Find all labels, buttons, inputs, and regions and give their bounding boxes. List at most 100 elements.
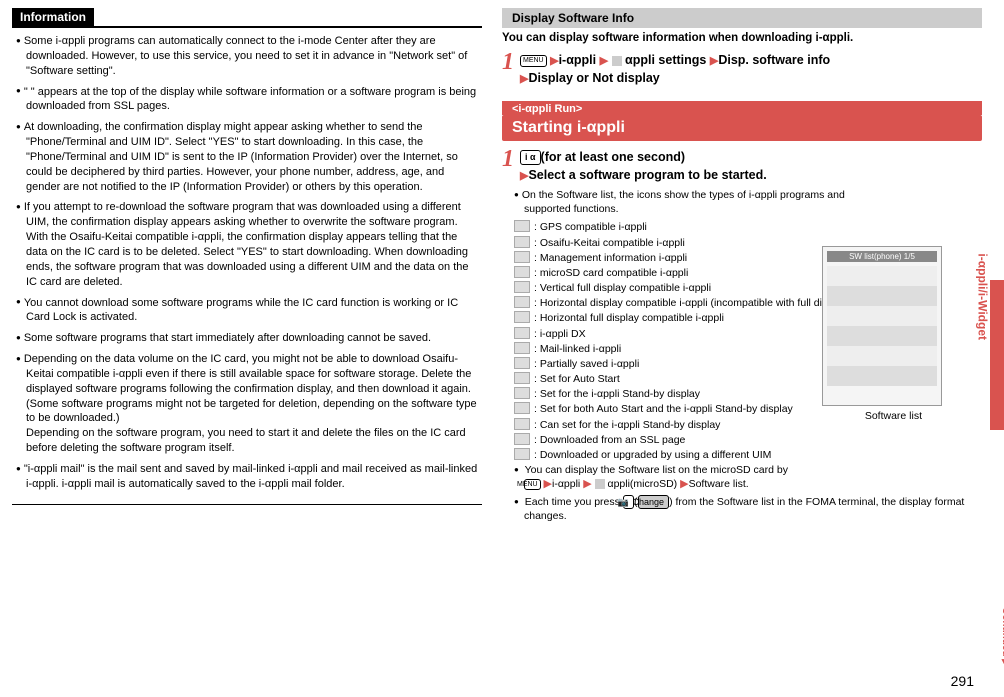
icon-row: : Horizontal display compatible i-αppli … bbox=[514, 296, 852, 310]
step-text: Display or Not display bbox=[528, 71, 659, 85]
type-icon bbox=[514, 402, 530, 414]
note-change-format: Each time you press 📷(Change) from the S… bbox=[514, 495, 982, 523]
note-text: αppli(microSD) bbox=[608, 478, 678, 490]
step-text: Disp. software info bbox=[718, 53, 830, 67]
display-software-info-header: Display Software Info bbox=[502, 8, 982, 28]
side-tab-label: i-αppli/i-Widget bbox=[976, 253, 990, 340]
icon-row: : Set for both Auto Start and the i-αppl… bbox=[514, 402, 852, 416]
key-icon: i α bbox=[520, 150, 541, 165]
intro-text: You can display software information whe… bbox=[502, 32, 982, 44]
screenshot-body bbox=[827, 266, 937, 386]
icon-row: : Osaifu-Keitai compatible i-αppli bbox=[514, 236, 852, 250]
note-text: Each time you press bbox=[525, 496, 623, 508]
icon-list: : GPS compatible i-αppli : Osaifu-Keitai… bbox=[514, 220, 852, 462]
appli-icon bbox=[595, 479, 605, 489]
note-text: i-αppli bbox=[552, 478, 580, 490]
type-icon bbox=[514, 387, 530, 399]
section-tag: <i-αppli Run> bbox=[502, 101, 982, 115]
menu-button-icon: MENU bbox=[520, 55, 547, 67]
list-intro: On the Software list, the icons show the… bbox=[514, 188, 852, 216]
icon-label: : Management information i-αppli bbox=[534, 251, 687, 265]
arrow-icon: ▶ bbox=[600, 55, 608, 67]
type-icon bbox=[514, 296, 530, 308]
info-item: "i-αppli mail" is the mail sent and save… bbox=[16, 462, 478, 492]
step-body: i α(for at least one second) ▶Select a s… bbox=[520, 147, 982, 184]
arrow-icon: ▶ bbox=[680, 478, 688, 490]
type-icon bbox=[514, 281, 530, 293]
icon-label: : Horizontal full display compatible i-α… bbox=[534, 311, 724, 325]
icon-label: : microSD card compatible i-αppli bbox=[534, 266, 688, 280]
icon-row: : Downloaded or upgraded by using a diff… bbox=[514, 448, 852, 462]
icon-label: : Downloaded from an SSL page bbox=[534, 433, 685, 447]
info-item: Depending on the data volume on the IC c… bbox=[16, 352, 478, 456]
icon-row: : Set for Auto Start bbox=[514, 372, 852, 386]
type-icon bbox=[514, 372, 530, 384]
side-tab-bar bbox=[990, 280, 1004, 430]
type-icon bbox=[514, 251, 530, 263]
type-icon bbox=[514, 418, 530, 430]
icon-label: : i-αppli DX bbox=[534, 327, 586, 341]
icon-label: : Partially saved i-αppli bbox=[534, 357, 639, 371]
icon-row: : GPS compatible i-αppli bbox=[514, 220, 852, 234]
type-icon bbox=[514, 327, 530, 339]
icon-row: : Management information i-αppli bbox=[514, 251, 852, 265]
screenshot-title: SW list(phone) 1/5 bbox=[827, 251, 937, 262]
section-header-starting: Starting i-αppli bbox=[502, 115, 982, 141]
icon-row: : Can set for the i-αppli Stand-by displ… bbox=[514, 418, 852, 432]
info-item: Some i-αppli programs can automatically … bbox=[16, 34, 478, 79]
type-icon bbox=[514, 220, 530, 232]
step-number-icon: 1 bbox=[502, 50, 514, 74]
icon-label: : GPS compatible i-αppli bbox=[534, 220, 647, 234]
icon-row: : i-αppli DX bbox=[514, 327, 852, 341]
icon-row: : microSD card compatible i-αppli bbox=[514, 266, 852, 280]
menu-button-icon: MENU bbox=[524, 479, 541, 490]
icon-row: : Horizontal full display compatible i-α… bbox=[514, 311, 852, 325]
icon-label: : Set for the i-αppli Stand-by display bbox=[534, 387, 700, 401]
type-icon bbox=[514, 236, 530, 248]
icon-label: : Osaifu-Keitai compatible i-αppli bbox=[534, 236, 685, 250]
info-item: At downloading, the confirmation display… bbox=[16, 120, 478, 194]
step-text: Select a software program to be started. bbox=[528, 168, 766, 182]
type-icon bbox=[514, 433, 530, 445]
step-1-start: 1 i α(for at least one second) ▶Select a… bbox=[502, 147, 982, 184]
type-icon bbox=[514, 342, 530, 354]
type-icon bbox=[514, 448, 530, 460]
note-text: You can display the Software list on the… bbox=[525, 464, 788, 476]
icon-row: : Downloaded from an SSL page bbox=[514, 433, 852, 447]
icon-row: : Partially saved i-αppli bbox=[514, 357, 852, 371]
type-icon bbox=[514, 311, 530, 323]
step-number-icon: 1 bbox=[502, 147, 514, 171]
icon-label: : Vertical full display compatible i-αpp… bbox=[534, 281, 711, 295]
icon-row: : Vertical full display compatible i-αpp… bbox=[514, 281, 852, 295]
icon-label: : Can set for the i-αppli Stand-by displ… bbox=[534, 418, 720, 432]
icon-label: : Downloaded or upgraded by using a diff… bbox=[534, 448, 771, 462]
icon-row: : Set for the i-αppli Stand-by display bbox=[514, 387, 852, 401]
step-text: i-αppli bbox=[559, 53, 597, 67]
icon-label: : Horizontal display compatible i-αppli … bbox=[534, 296, 850, 310]
info-item: If you attempt to re-download the softwa… bbox=[16, 200, 478, 289]
info-item: " " appears at the top of the display wh… bbox=[16, 85, 478, 115]
left-column: Information Some i-αppli programs can au… bbox=[12, 8, 482, 527]
step-body: MENU ▶i-αppli ▶ αppli settings ▶Disp. so… bbox=[520, 50, 982, 87]
information-box: Some i-αppli programs can automatically … bbox=[12, 26, 482, 505]
step-1-display: 1 MENU ▶i-αppli ▶ αppli settings ▶Disp. … bbox=[502, 50, 982, 87]
step-text: αppli settings bbox=[625, 53, 706, 67]
icon-label: : Set for both Auto Start and the i-αppl… bbox=[534, 402, 793, 416]
icon-label: : Mail-linked i-αppli bbox=[534, 342, 621, 356]
step-text: (for at least one second) bbox=[541, 150, 685, 164]
info-item: You cannot download some software progra… bbox=[16, 296, 478, 326]
info-item: Some software programs that start immedi… bbox=[16, 331, 478, 346]
arrow-icon: ▶ bbox=[544, 478, 552, 490]
type-icon bbox=[514, 266, 530, 278]
icon-label: : Set for Auto Start bbox=[534, 372, 620, 386]
information-header: Information bbox=[12, 8, 94, 26]
software-list-screenshot: SW list(phone) 1/5 bbox=[822, 246, 942, 406]
icon-row: : Mail-linked i-αppli bbox=[514, 342, 852, 356]
note-microsd: You can display the Software list on the… bbox=[514, 463, 982, 492]
page-number: 291 bbox=[951, 673, 974, 689]
note-text: Software list. bbox=[689, 478, 749, 490]
arrow-icon: ▶ bbox=[550, 55, 558, 67]
type-icon bbox=[514, 357, 530, 369]
arrow-icon: ▶ bbox=[583, 478, 591, 490]
change-label: Change bbox=[638, 495, 670, 509]
